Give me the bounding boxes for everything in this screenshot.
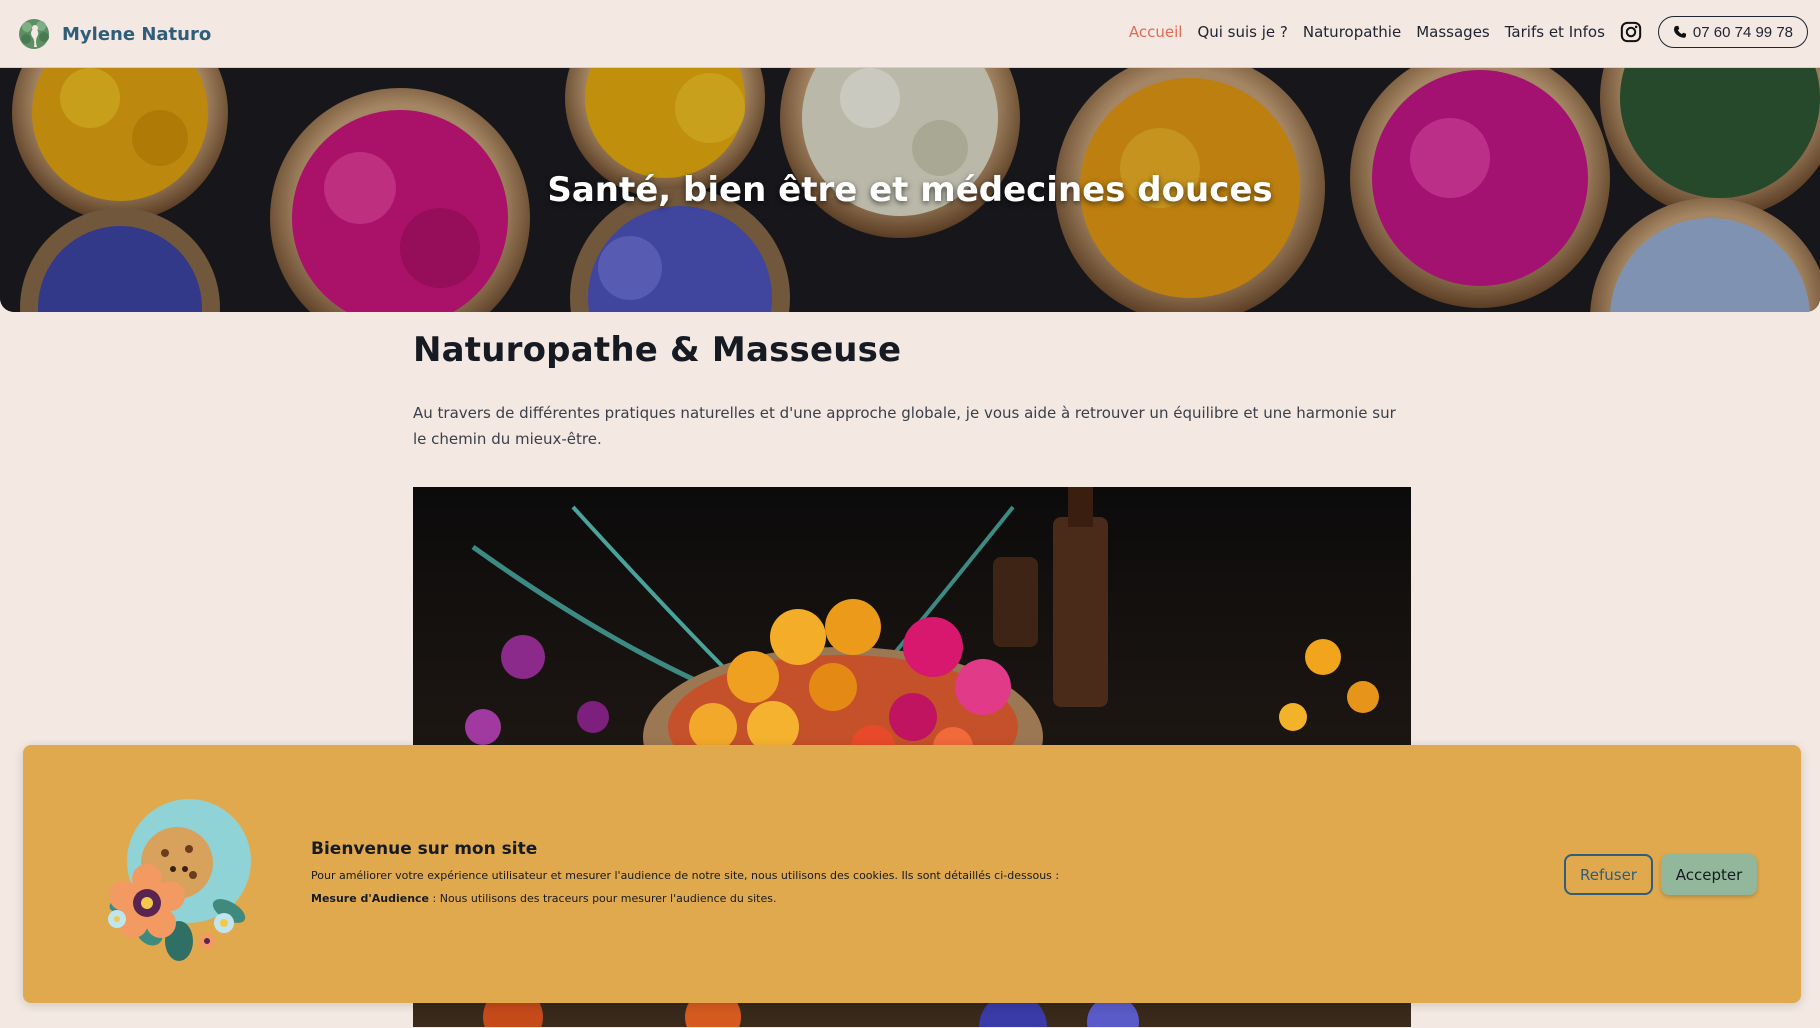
nav-item-naturopathie[interactable]: Naturopathie — [1303, 23, 1401, 41]
main-content: Naturopathe & Masseuse Au travers de dif… — [413, 330, 1411, 452]
cookie-description: Pour améliorer votre expérience utilisat… — [311, 869, 1060, 882]
nav-item-tarifs[interactable]: Tarifs et Infos — [1505, 23, 1605, 41]
refuse-button[interactable]: Refuser — [1564, 854, 1653, 895]
accept-button[interactable]: Accepter — [1661, 854, 1757, 895]
phone-number: 07 60 74 99 78 — [1692, 23, 1793, 41]
phone-button[interactable]: 07 60 74 99 78 — [1657, 16, 1808, 48]
woman-tree-logo-icon — [19, 19, 49, 49]
cookie-measure-line: Mesure d'Audience : Nous utilisons des t… — [311, 892, 776, 905]
cookie-measure-label: Mesure d'Audience — [311, 892, 430, 905]
nav-item-massages[interactable]: Massages — [1416, 23, 1490, 41]
cookie-title: Bienvenue sur mon site — [311, 839, 538, 859]
nav-item-accueil[interactable]: Accueil — [1129, 23, 1183, 41]
cookie-measure-text: : Nous utilisons des traceurs pour mesur… — [429, 892, 777, 905]
phone-icon — [1673, 25, 1687, 38]
page-heading: Naturopathe & Masseuse — [413, 330, 902, 370]
main-nav: Accueil Qui suis je ? Naturopathie Massa… — [1129, 16, 1808, 48]
hero-banner: Santé, bien être et médecines douces — [0, 68, 1820, 312]
navbar: Mylene Naturo Accueil Qui suis je ? Natu… — [0, 0, 1820, 68]
brand-link[interactable]: Mylene Naturo — [18, 17, 211, 51]
brand-name: Mylene Naturo — [62, 23, 212, 45]
nav-item-qui-suis-je[interactable]: Qui suis je ? — [1197, 23, 1287, 41]
instagram-icon[interactable] — [1620, 21, 1642, 43]
cookie-flower-illustration-icon — [108, 799, 251, 961]
intro-text: Au travers de différentes pratiques natu… — [413, 404, 1396, 448]
hero-title: Santé, bien être et médecines douces — [547, 170, 1273, 210]
cookie-banner: Bienvenue sur mon site Pour améliorer vo… — [23, 745, 1801, 1003]
